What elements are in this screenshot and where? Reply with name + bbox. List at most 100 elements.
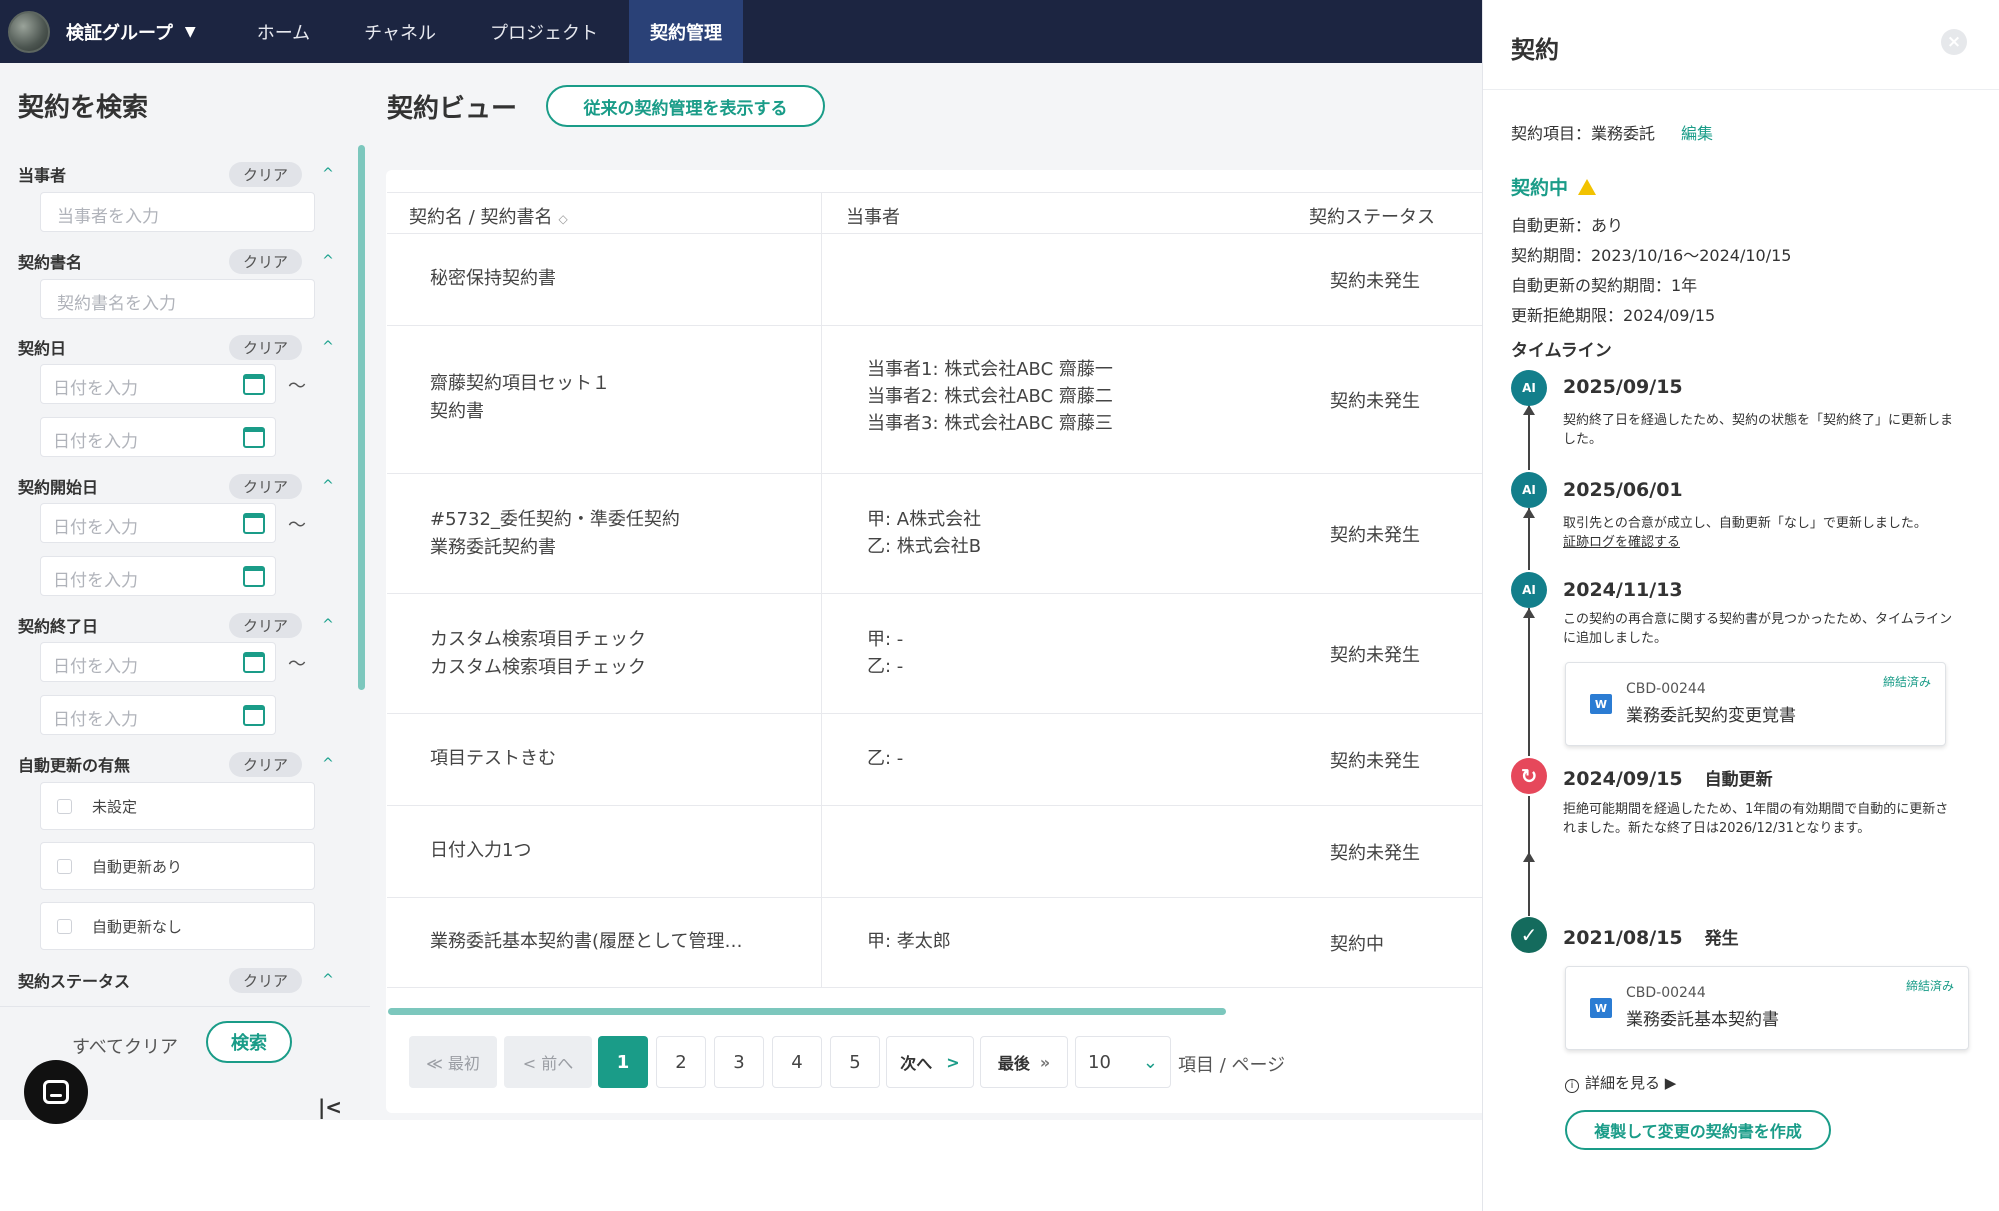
end-date-clear-button[interactable]: クリア (228, 612, 302, 638)
start-date-from-input[interactable]: 日付を入力 (40, 503, 276, 543)
party-clear-button[interactable]: クリア (228, 161, 302, 187)
nav-contract-management[interactable]: 契約管理 (629, 0, 743, 63)
last-label: 最後 (997, 1054, 1030, 1073)
page-title: 契約ビュー (387, 94, 518, 124)
per-page-select[interactable]: 10 ⌄ (1075, 1036, 1171, 1088)
end-date-from-input[interactable]: 日付を入力 (40, 642, 276, 682)
clear-all-button[interactable]: すべてクリア (72, 1033, 178, 1059)
word-file-icon: W (1590, 694, 1612, 714)
contract-date-from-input[interactable]: 日付を入力 (40, 364, 276, 404)
timeline-heading: タイムライン (1511, 341, 1612, 361)
col-party: 当事者 (846, 207, 900, 228)
org-name[interactable]: 検証グループ (66, 19, 173, 45)
start-date-clear-button[interactable]: クリア (228, 473, 302, 499)
arrow-up-icon (1523, 852, 1535, 862)
chevron-up-icon[interactable]: ^ (318, 166, 338, 182)
pagination-page-1[interactable]: 1 (598, 1036, 648, 1088)
audit-log-link[interactable]: 証跡ログを確認する (1563, 535, 1680, 550)
table-row[interactable]: #5732_委任契約・準委任契約 業務委託契約書 甲: A株式会社 乙: 株式会… (387, 474, 1482, 594)
calendar-icon[interactable] (243, 705, 265, 726)
search-button[interactable]: 検索 (206, 1021, 292, 1063)
auto-renew-option-no[interactable]: 自動更新なし (40, 902, 315, 950)
calendar-icon[interactable] (243, 652, 265, 673)
document-card[interactable]: 締結済み W CBD-00244 業務委託基本契約書 (1565, 966, 1969, 1050)
sort-icon[interactable]: ◇ (559, 212, 568, 226)
table-row[interactable]: 齋藤契約項目セット１ 契約書 当事者1: 株式会社ABC 齋藤一 当事者2: 株… (387, 326, 1482, 474)
pagination-page-5[interactable]: 5 (830, 1036, 880, 1088)
col-status: 契約ステータス (1309, 207, 1435, 228)
checkbox[interactable] (57, 858, 72, 874)
chevron-down-icon[interactable]: ▼ (185, 24, 196, 40)
timeline-description: 取引先との合意が成立し、自動更新「なし」で更新しました。 証跡ログを確認する (1563, 514, 1953, 552)
ai-icon: AI (1511, 370, 1547, 406)
search-scrollbar[interactable] (358, 145, 365, 690)
contract-status-label: 契約中 (1511, 177, 1569, 199)
chevron-up-icon[interactable]: ^ (318, 972, 338, 988)
cell-status: 契約未発生 (1330, 525, 1420, 546)
calendar-icon[interactable] (243, 566, 265, 587)
contract-date-to-input[interactable]: 日付を入力 (40, 417, 276, 457)
end-date-to-input[interactable]: 日付を入力 (40, 695, 276, 735)
collapse-panel-icon[interactable]: |< (318, 1095, 342, 1119)
org-avatar[interactable] (8, 10, 50, 53)
nav-home[interactable]: ホーム (236, 0, 331, 63)
table-row[interactable]: 業務委託基本契約書(履歴として管理… 甲: 孝太郎 契約中 (387, 898, 1482, 988)
contract-date-clear-button[interactable]: クリア (228, 334, 302, 360)
timeline-description: 拒絶可能期間を経過したため、1年間の有効期間で自動的に更新されました。新たな終了… (1563, 802, 1949, 836)
doc-name-clear-button[interactable]: クリア (228, 248, 302, 274)
close-icon[interactable]: × (1941, 29, 1967, 55)
chevron-up-icon[interactable]: ^ (318, 756, 338, 772)
contract-date-label: 契約日 (18, 339, 67, 358)
calendar-icon[interactable] (243, 374, 265, 395)
table-row[interactable]: 秘密保持契約書 契約未発生 (387, 234, 1482, 326)
pagination-page-2[interactable]: 2 (656, 1036, 706, 1088)
col-contract-name[interactable]: 契約名 / 契約書名 ◇ (409, 203, 568, 229)
ai-icon: AI (1511, 472, 1547, 508)
pagination-next-button[interactable]: 次へ > (886, 1036, 974, 1088)
double-chevron-right-icon: » (1039, 1052, 1051, 1072)
chevron-up-icon[interactable]: ^ (318, 339, 338, 355)
table-row[interactable]: 項目テストきむ 乙: - 契約未発生 (387, 714, 1482, 806)
auto-renew-option-unset[interactable]: 未設定 (40, 782, 315, 830)
doc-name-input[interactable]: 契約書名を入力 (40, 279, 315, 319)
cell-contract-name: 齋藤契約項目セット１ 契約書 (430, 373, 610, 422)
party-label: 当事者 (18, 166, 67, 185)
nav-channel[interactable]: チャネル (343, 0, 457, 63)
calendar-icon[interactable] (243, 427, 265, 448)
chat-button[interactable] (24, 1060, 88, 1124)
pagination-last-button[interactable]: 最後 » (980, 1036, 1068, 1088)
detail-header: 契約 × (1483, 0, 1999, 90)
pagination-first-button[interactable]: ≪ 最初 (409, 1036, 497, 1088)
pagination-prev-button[interactable]: < 前へ (504, 1036, 592, 1088)
start-date-to-input[interactable]: 日付を入力 (40, 556, 276, 596)
chevron-up-icon[interactable]: ^ (318, 617, 338, 633)
timeline-date: 2024/11/13 (1563, 579, 1683, 601)
document-card[interactable]: 締結済み W CBD-00244 業務委託契約変更覚書 (1565, 662, 1946, 746)
chevron-up-icon[interactable]: ^ (318, 253, 338, 269)
document-name: 業務委託契約変更覚書 (1626, 706, 1796, 726)
table-row[interactable]: 日付入力1つ 契約未発生 (387, 806, 1482, 898)
auto-renew-info: 自動更新：あり (1511, 216, 1624, 235)
word-file-icon: W (1590, 998, 1612, 1018)
table-horizontal-scrollbar[interactable] (388, 1008, 1226, 1015)
status-clear-button[interactable]: クリア (228, 967, 302, 993)
doc-name-label: 契約書名 (18, 253, 83, 272)
cell-contract-name: カスタム検索項目チェック カスタム検索項目チェック (430, 629, 646, 678)
start-date-field-header: 契約開始日 クリア ^ (18, 473, 338, 499)
calendar-icon[interactable] (243, 513, 265, 534)
auto-renew-clear-button[interactable]: クリア (228, 751, 302, 777)
duplicate-contract-button[interactable]: 複製して変更の契約書を作成 (1565, 1110, 1831, 1150)
edit-link[interactable]: 編集 (1681, 124, 1713, 143)
pagination-page-4[interactable]: 4 (772, 1036, 822, 1088)
table-row[interactable]: カスタム検索項目チェック カスタム検索項目チェック 甲: - 乙: - 契約未発… (387, 594, 1482, 714)
checkbox[interactable] (57, 918, 72, 934)
nav-project[interactable]: プロジェクト (469, 0, 619, 63)
checkbox[interactable] (57, 798, 72, 814)
pagination-page-3[interactable]: 3 (714, 1036, 764, 1088)
party-input[interactable]: 当事者を入力 (40, 192, 315, 232)
legacy-view-button[interactable]: 従来の契約管理を表示する (546, 85, 825, 127)
timeline-description: 契約終了日を経過したため、契約の状態を「契約終了」に更新しました。 (1563, 413, 1954, 447)
chevron-up-icon[interactable]: ^ (318, 478, 338, 494)
view-details-link[interactable]: i 詳細を見る ▶ (1565, 1072, 1676, 1093)
auto-renew-option-yes[interactable]: 自動更新あり (40, 842, 315, 890)
